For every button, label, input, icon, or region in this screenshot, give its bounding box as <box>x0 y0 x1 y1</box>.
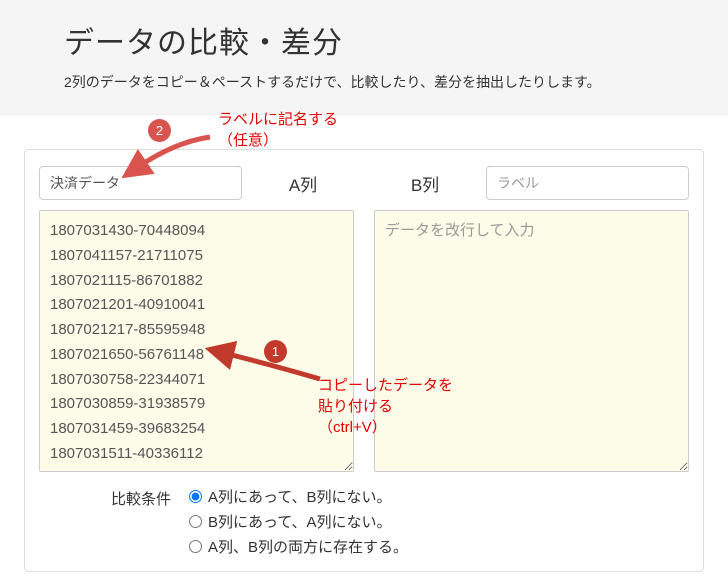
column-b-heading: B列 <box>374 171 476 196</box>
column-b-data-input[interactable] <box>374 210 689 472</box>
column-a-heading: A列 <box>252 171 354 196</box>
compare-option-b-not-a[interactable]: B列にあって、A列にない。 <box>189 511 408 532</box>
compare-option-text: A列にあって、B列にない。 <box>208 486 392 507</box>
compare-option-both[interactable]: A列、B列の両方に存在する。 <box>189 536 408 557</box>
compare-option-text: A列、B列の両方に存在する。 <box>208 536 408 557</box>
content-area: ラベルに記名する （任意） 2 A列 B列 <box>0 115 728 572</box>
compare-radio-a-not-b[interactable] <box>189 490 202 503</box>
page-header: データの比較・差分 2列のデータをコピー＆ペーストするだけで、比較したり、差分を… <box>0 0 728 115</box>
annotation-badge-2: 2 <box>148 119 171 142</box>
compare-option-text: B列にあって、A列にない。 <box>208 511 392 532</box>
compare-radio-b-not-a[interactable] <box>189 515 202 528</box>
column-a-label-input[interactable] <box>39 166 242 200</box>
compare-conditions: 比較条件 A列にあって、B列にない。 B列にあって、A列にない。 A列、B列の両… <box>39 486 689 561</box>
column-b: B列 <box>374 166 689 472</box>
compare-option-a-not-b[interactable]: A列にあって、B列にない。 <box>189 486 408 507</box>
compare-radio-both[interactable] <box>189 540 202 553</box>
page-title: データの比較・差分 <box>64 18 704 62</box>
column-b-label-input[interactable] <box>486 166 689 200</box>
compare-label: 比較条件 <box>39 486 189 561</box>
annotation-label-hint: ラベルに記名する （任意） <box>218 109 338 151</box>
column-a-data-input[interactable] <box>39 210 354 472</box>
column-a: A列 <box>39 166 354 472</box>
compare-panel: A列 B列 比較条件 A列にあって、B列にない。 <box>24 149 704 572</box>
page-subtitle: 2列のデータをコピー＆ペーストするだけで、比較したり、差分を抽出したりします。 <box>64 72 704 92</box>
